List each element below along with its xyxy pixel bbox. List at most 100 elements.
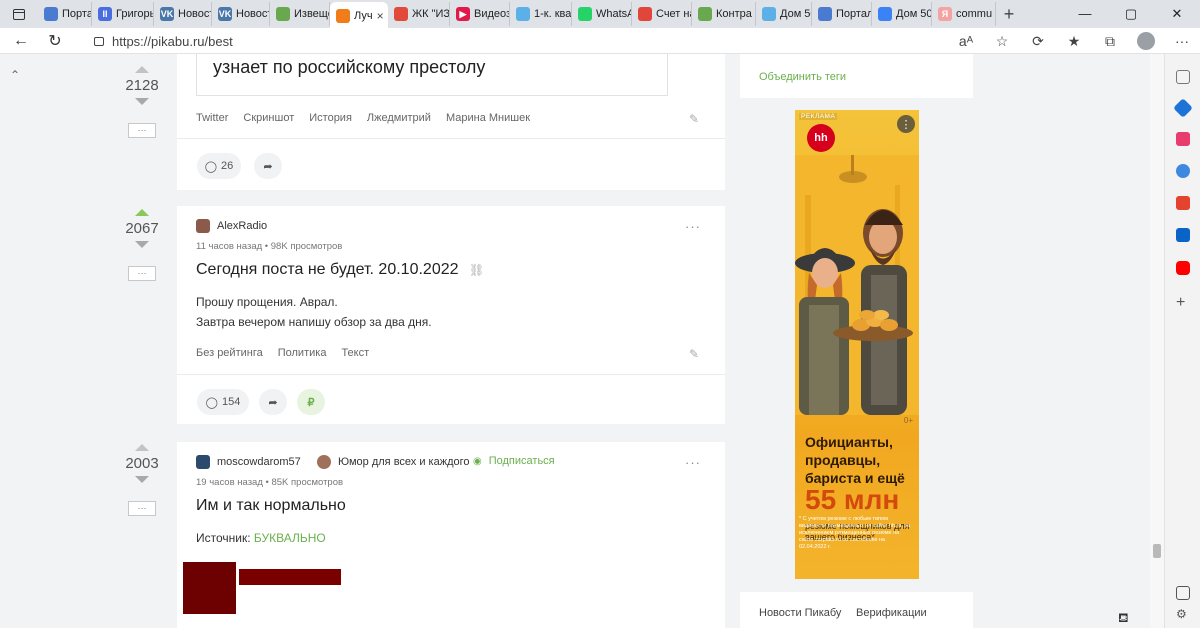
browser-tab[interactable]: Дом 50 bbox=[872, 2, 932, 26]
browser-tab[interactable]: 1-к. ква bbox=[510, 2, 572, 26]
rating-value: 2067 bbox=[125, 220, 159, 237]
window-controls: — ▢ ✕ bbox=[1062, 6, 1200, 22]
tag[interactable]: История bbox=[309, 112, 352, 124]
back-button[interactable]: ← bbox=[4, 32, 38, 50]
tab-actions-button[interactable] bbox=[0, 0, 38, 28]
downvote-icon[interactable] bbox=[135, 476, 149, 483]
browser-tab[interactable]: II Григорь bbox=[92, 2, 154, 26]
settings-icon[interactable]: ⚙ bbox=[1176, 607, 1187, 621]
embedded-tweet[interactable]: узнает по российскому престолу bbox=[196, 54, 668, 96]
browser-tab[interactable]: VK Новост bbox=[212, 2, 270, 26]
community-link[interactable]: Юмор для всех и каждого bbox=[317, 455, 470, 469]
youtube-icon[interactable] bbox=[1176, 261, 1190, 275]
upvote-icon[interactable] bbox=[135, 66, 149, 73]
maximize-button[interactable]: ▢ bbox=[1108, 6, 1154, 22]
browser-tab[interactable]: VK Новост bbox=[154, 2, 212, 26]
comments-button[interactable]: ◯ 154 bbox=[197, 389, 249, 415]
profile-avatar[interactable] bbox=[1137, 32, 1155, 50]
footer-link-news[interactable]: Новости Пикабу bbox=[759, 607, 841, 619]
outlook-icon[interactable] bbox=[1176, 228, 1190, 242]
url-field[interactable]: https://pikabu.ru/best bbox=[84, 30, 1014, 52]
page-scrollbar[interactable] bbox=[1150, 54, 1164, 628]
upvote-icon[interactable] bbox=[135, 444, 149, 451]
browser-tab[interactable]: Контра bbox=[692, 2, 756, 26]
collapse-chevron-icon[interactable]: ⌃ bbox=[10, 68, 20, 82]
paint-bucket-icon[interactable]: ⛾ bbox=[1118, 610, 1129, 628]
tab-label: Видеоз bbox=[474, 8, 510, 20]
ad-number: 55 млн bbox=[805, 484, 900, 515]
age-rating: 0+ bbox=[903, 416, 913, 425]
browser-tab[interactable]: Портал bbox=[38, 2, 92, 26]
tab-favicon-icon bbox=[578, 7, 592, 21]
browser-tab[interactable]: Счет на bbox=[632, 2, 692, 26]
sidebar-toggle-icon[interactable] bbox=[1176, 586, 1190, 600]
post-menu-button[interactable]: ··· bbox=[685, 455, 701, 470]
browser-tab[interactable]: WhatsA bbox=[572, 2, 632, 26]
post-rating: 2003 ··· bbox=[115, 444, 169, 516]
tag[interactable]: Twitter bbox=[196, 112, 228, 124]
ad-disclaimer-visible: * С учетом резюме с любым типом видимост… bbox=[799, 516, 910, 550]
browser-tab[interactable]: Яcommu bbox=[932, 2, 996, 26]
tools-icon[interactable] bbox=[1176, 132, 1190, 146]
refresh-button[interactable]: ↻ bbox=[38, 31, 72, 51]
link-icon[interactable]: ⛓ bbox=[469, 263, 484, 277]
scrollbar-thumb[interactable] bbox=[1153, 544, 1161, 558]
browser-tab[interactable]: Извеще bbox=[270, 2, 330, 26]
browser-tab[interactable]: ЖК "ИЗ bbox=[388, 2, 450, 26]
rating-value: 2128 bbox=[125, 77, 159, 94]
edit-tags-icon[interactable]: ✎ bbox=[689, 112, 699, 126]
settings-menu-icon[interactable]: ··· bbox=[1164, 33, 1200, 49]
favorite-add-icon[interactable]: ☆ bbox=[984, 33, 1020, 50]
upvote-icon[interactable] bbox=[135, 209, 149, 216]
footer-link-verification[interactable]: Верификации bbox=[856, 607, 927, 619]
edit-tags-icon[interactable]: ✎ bbox=[689, 347, 699, 361]
search-icon[interactable] bbox=[1176, 70, 1190, 84]
ad-banner[interactable]: РЕКЛАМА hh ⋮ 0+ Официанты, продавцы, бар… bbox=[795, 110, 919, 579]
games-icon[interactable] bbox=[1176, 164, 1190, 178]
source-link[interactable]: БУКВАЛЬНО bbox=[254, 531, 326, 545]
favorites-icon[interactable]: ★ bbox=[1056, 33, 1092, 50]
subscribe-button[interactable]: ◉ Подписаться bbox=[473, 455, 555, 467]
hide-post-button[interactable]: ··· bbox=[128, 501, 156, 516]
close-window-button[interactable]: ✕ bbox=[1154, 6, 1200, 22]
hide-post-button[interactable]: ··· bbox=[128, 123, 156, 138]
read-aloud-icon[interactable]: aᴬ bbox=[948, 33, 984, 49]
post-body-line: Завтра вечером напишу обзор за два дня. bbox=[196, 315, 432, 329]
post-title[interactable]: Сегодня поста не будет. 20.10.2022 ⛓ bbox=[196, 261, 484, 279]
post-title[interactable]: Им и так нормально bbox=[196, 497, 346, 515]
post-card: AlexRadio ··· 11 часов назад • 98K просм… bbox=[177, 206, 725, 424]
tag[interactable]: Без рейтинга bbox=[196, 347, 263, 359]
share-button[interactable]: ➦ bbox=[259, 389, 287, 415]
add-sidebar-app-icon[interactable]: + bbox=[1176, 294, 1185, 312]
browser-tab[interactable]: Дом 50 bbox=[756, 2, 812, 26]
collections-icon[interactable]: ⧉ bbox=[1092, 33, 1128, 50]
browser-tab[interactable]: Луч × bbox=[330, 2, 388, 30]
divider bbox=[177, 138, 725, 139]
share-button[interactable]: ➦ bbox=[254, 153, 282, 179]
post-author[interactable]: moscowdarom57 bbox=[196, 455, 301, 469]
shopping-tag-icon[interactable] bbox=[1173, 98, 1193, 118]
tag[interactable]: Лжедмитрий bbox=[367, 112, 431, 124]
browser-tab[interactable]: Портал bbox=[812, 2, 872, 26]
new-tab-button[interactable]: + bbox=[996, 4, 1022, 25]
downvote-icon[interactable] bbox=[135, 241, 149, 248]
post-menu-button[interactable]: ··· bbox=[685, 219, 701, 234]
minimize-button[interactable]: — bbox=[1062, 6, 1108, 22]
tag[interactable]: Текст bbox=[341, 347, 369, 359]
hide-post-button[interactable]: ··· bbox=[128, 266, 156, 281]
post-body-line: Прошу прощения. Аврал. bbox=[196, 295, 338, 309]
tab-label: Дом 50 bbox=[896, 8, 932, 20]
comments-button[interactable]: ◯ 26 bbox=[197, 153, 241, 179]
tag[interactable]: Скриншот bbox=[243, 112, 294, 124]
tag[interactable]: Марина Мнишек bbox=[446, 112, 530, 124]
tag[interactable]: Политика bbox=[278, 347, 327, 359]
close-tab-icon[interactable]: × bbox=[377, 9, 384, 23]
office-icon[interactable] bbox=[1176, 196, 1190, 210]
post-author[interactable]: AlexRadio bbox=[196, 219, 267, 233]
donate-button[interactable]: ₽ bbox=[297, 389, 325, 415]
merge-tags-link[interactable]: Объединить теги bbox=[759, 71, 846, 83]
browser-tab[interactable]: ▶ Видеоз bbox=[450, 2, 510, 26]
extensions-icon[interactable]: ⟳ bbox=[1020, 33, 1056, 50]
downvote-icon[interactable] bbox=[135, 98, 149, 105]
ad-options-icon[interactable]: ⋮ bbox=[897, 115, 915, 133]
